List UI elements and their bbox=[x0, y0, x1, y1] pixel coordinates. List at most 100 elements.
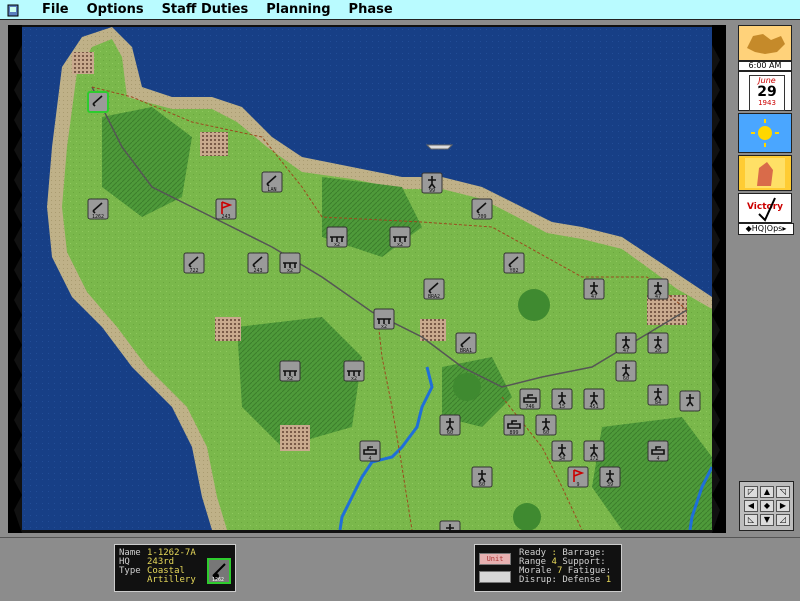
selected-unit-icon[interactable]: 1262 bbox=[207, 558, 231, 584]
scroll-up-button[interactable]: ▲ bbox=[760, 486, 774, 498]
unit-counter[interactable]: x2 bbox=[389, 226, 411, 248]
unit-counter[interactable]: 709 bbox=[471, 198, 493, 220]
unit-counter[interactable]: 15 bbox=[551, 388, 573, 410]
unit-counter[interactable] bbox=[439, 520, 461, 530]
unit-counter[interactable]: x2 bbox=[279, 252, 301, 274]
menu-options[interactable]: Options bbox=[87, 2, 144, 17]
unit-counter[interactable]: x2 bbox=[279, 360, 301, 382]
unit-label: LAN bbox=[267, 187, 276, 193]
unit-counter[interactable]: 47 bbox=[583, 278, 605, 300]
unit-counter[interactable]: x2 bbox=[343, 360, 365, 382]
unit-counter[interactable]: 60 bbox=[535, 414, 557, 436]
apple-menu-icon[interactable] bbox=[6, 3, 20, 17]
unit-label: 39 bbox=[607, 482, 613, 488]
unit-counter[interactable]: Y02 bbox=[503, 252, 525, 274]
unit-counter[interactable]: 60 bbox=[439, 414, 461, 436]
unit-counter[interactable]: 99 bbox=[421, 172, 443, 194]
unit-counter[interactable]: 26 bbox=[647, 332, 669, 354]
unit-stats-panel: Unit Ready : Barrage: Range 4 Support: M… bbox=[474, 544, 622, 592]
unit-counter[interactable]: 9 bbox=[567, 466, 589, 488]
scroll-down-right-button[interactable]: ◿ bbox=[776, 514, 790, 526]
unit-counter[interactable]: 1262 bbox=[87, 198, 109, 220]
time-display: 6:00 AM bbox=[738, 61, 792, 71]
unit-label: 1262 bbox=[92, 214, 104, 220]
unit-label: 26 bbox=[655, 348, 661, 354]
unit-label: 709 bbox=[477, 214, 486, 220]
unit-counter[interactable]: 4 bbox=[647, 440, 669, 462]
menu-planning[interactable]: Planning bbox=[266, 2, 330, 17]
unit-label: x2 bbox=[287, 376, 293, 382]
unit-counter[interactable]: BRA2 bbox=[423, 278, 445, 300]
unit-counter[interactable]: LAN bbox=[261, 171, 283, 193]
scroll-up-left-button[interactable]: ◸ bbox=[744, 486, 758, 498]
unit-counter[interactable]: 4 bbox=[359, 440, 381, 462]
unit-label: 172 bbox=[589, 456, 598, 462]
calendar-button[interactable]: June 29 1943 bbox=[738, 71, 792, 111]
scroll-up-right-button[interactable]: ◹ bbox=[776, 486, 790, 498]
menu-file[interactable]: File bbox=[42, 2, 69, 17]
unit-counter[interactable]: 899 bbox=[503, 414, 525, 436]
unit-counter[interactable]: 60 bbox=[471, 466, 493, 488]
unit-counter[interactable]: 451 bbox=[583, 388, 605, 410]
unit-counter[interactable]: x2 bbox=[373, 308, 395, 330]
hq-ops-toggle[interactable]: ◆HQ|Ops▸ bbox=[738, 223, 794, 235]
map-canvas[interactable]: 1262 243 LAN 99 709 x2 x2 722 243 x2 BRA2 Y02 47 47 x2… bbox=[22, 27, 712, 530]
scroll-right-button[interactable]: ▶ bbox=[776, 500, 790, 512]
menu-bar: File Options Staff Duties Planning Phase bbox=[0, 0, 800, 20]
unit-counter[interactable]: 84 bbox=[647, 384, 669, 406]
unit-type-value-2: Artillery bbox=[147, 575, 196, 585]
map-frame: 1262 243 LAN 99 709 x2 x2 722 243 x2 BRA2 Y02 47 47 x2… bbox=[8, 25, 726, 533]
menu-staff-duties[interactable]: Staff Duties bbox=[162, 2, 249, 17]
unit-label: 60 bbox=[479, 482, 485, 488]
scroll-down-button[interactable]: ▼ bbox=[760, 514, 774, 526]
unit-counter[interactable]: 722 bbox=[183, 252, 205, 274]
unit-counter[interactable]: 47 bbox=[615, 332, 637, 354]
unit-counter[interactable] bbox=[679, 390, 701, 412]
unit-label: 60 bbox=[447, 430, 453, 436]
unit-counter[interactable]: 243 bbox=[247, 252, 269, 274]
unit-label: BRA1 bbox=[460, 348, 472, 354]
center-map-button[interactable]: ◆ bbox=[760, 500, 774, 512]
unit-counter[interactable]: x2 bbox=[326, 226, 348, 248]
scroll-left-button[interactable]: ◀ bbox=[744, 500, 758, 512]
victory-button[interactable]: Victory bbox=[738, 193, 792, 223]
unit-counter[interactable]: 39 bbox=[599, 466, 621, 488]
disrup-label: Disrup: bbox=[519, 575, 557, 585]
type-label: Type bbox=[119, 566, 141, 576]
artillery-icon: 1262 bbox=[212, 563, 226, 583]
calendar-year: 1943 bbox=[758, 99, 776, 107]
unit-counter[interactable]: 34 bbox=[551, 440, 573, 462]
unit-label: 34 bbox=[559, 456, 565, 462]
unit-counter[interactable]: 47 bbox=[647, 278, 669, 300]
map-scroll-pad: ◸ ▲ ◹ ◀ ◆ ▶ ◺ ▼ ◿ bbox=[739, 481, 794, 531]
weather-button[interactable] bbox=[738, 113, 792, 153]
unit-label: x2 bbox=[287, 268, 293, 274]
unit-counter[interactable] bbox=[87, 91, 109, 113]
menu-phase[interactable]: Phase bbox=[349, 2, 393, 17]
unit-label: 99 bbox=[429, 188, 435, 194]
unit-counter[interactable]: 746 bbox=[519, 388, 541, 410]
sun-icon bbox=[751, 119, 779, 147]
unit-counter[interactable]: BRA1 bbox=[455, 332, 477, 354]
unit-counter[interactable]: 60 bbox=[615, 360, 637, 382]
unit-counter[interactable]: 172 bbox=[583, 440, 605, 462]
unit-label: 746 bbox=[525, 404, 534, 410]
unit-label: 84 bbox=[655, 400, 661, 406]
unit-label: 243 bbox=[253, 268, 262, 274]
commander-button[interactable] bbox=[738, 155, 792, 191]
defense-label: Defense bbox=[562, 575, 601, 585]
unit-label: BRA2 bbox=[428, 294, 440, 300]
unit-label: 722 bbox=[189, 268, 198, 274]
unit-label: Y02 bbox=[509, 268, 518, 274]
unit-button[interactable]: Unit bbox=[479, 553, 511, 565]
unit-counter[interactable]: 243 bbox=[215, 198, 237, 220]
side-panel: 6:00 AM June 29 1943 Victory ◆HQ|Ops▸ bbox=[738, 25, 794, 237]
unit-secondary-button[interactable] bbox=[479, 571, 511, 583]
unit-label: x2 bbox=[334, 242, 340, 248]
unit-label: x2 bbox=[381, 324, 387, 330]
svg-text:1262: 1262 bbox=[212, 577, 224, 582]
defense-value: 1 bbox=[605, 575, 612, 585]
scroll-down-left-button[interactable]: ◺ bbox=[744, 514, 758, 526]
battle-map[interactable]: 1262 243 LAN 99 709 x2 x2 722 243 x2 BRA2 Y02 47 47 x2… bbox=[22, 27, 712, 530]
strategic-map-button[interactable] bbox=[738, 25, 792, 61]
